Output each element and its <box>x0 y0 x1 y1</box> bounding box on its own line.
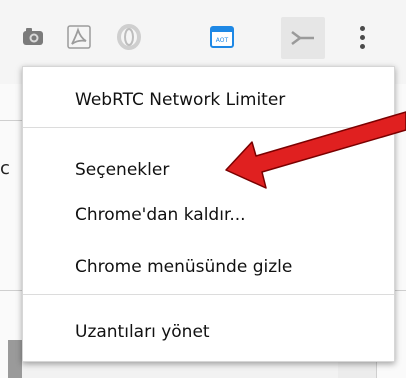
webrtc-network-limiter-icon[interactable] <box>281 17 325 59</box>
page-background-left: c <box>0 84 22 378</box>
menu-item-manage-extensions[interactable]: Uzantıları yönet <box>75 321 210 343</box>
opera-style-extension-icon[interactable] <box>116 24 142 50</box>
menu-separator <box>23 127 394 128</box>
background-cut-text: c <box>0 158 10 179</box>
extension-context-menu: WebRTC Network Limiter Seçenekler Chrome… <box>22 66 395 362</box>
svg-text:AOT: AOT <box>216 37 229 44</box>
menu-item-remove-from-chrome[interactable]: Chrome'dan kaldır... <box>75 204 246 226</box>
kebab-menu-icon[interactable] <box>352 20 372 54</box>
menu-item-hide-in-chrome-menu[interactable]: Chrome menüsünde gizle <box>75 256 292 278</box>
camera-extension-icon[interactable] <box>20 24 46 50</box>
aot-extension-icon[interactable]: AOT <box>209 24 235 50</box>
menu-item-extension-name[interactable]: WebRTC Network Limiter <box>75 89 285 111</box>
menu-item-options[interactable]: Seçenekler <box>75 159 169 181</box>
pdf-extension-icon[interactable] <box>66 24 92 50</box>
menu-separator <box>23 294 394 295</box>
